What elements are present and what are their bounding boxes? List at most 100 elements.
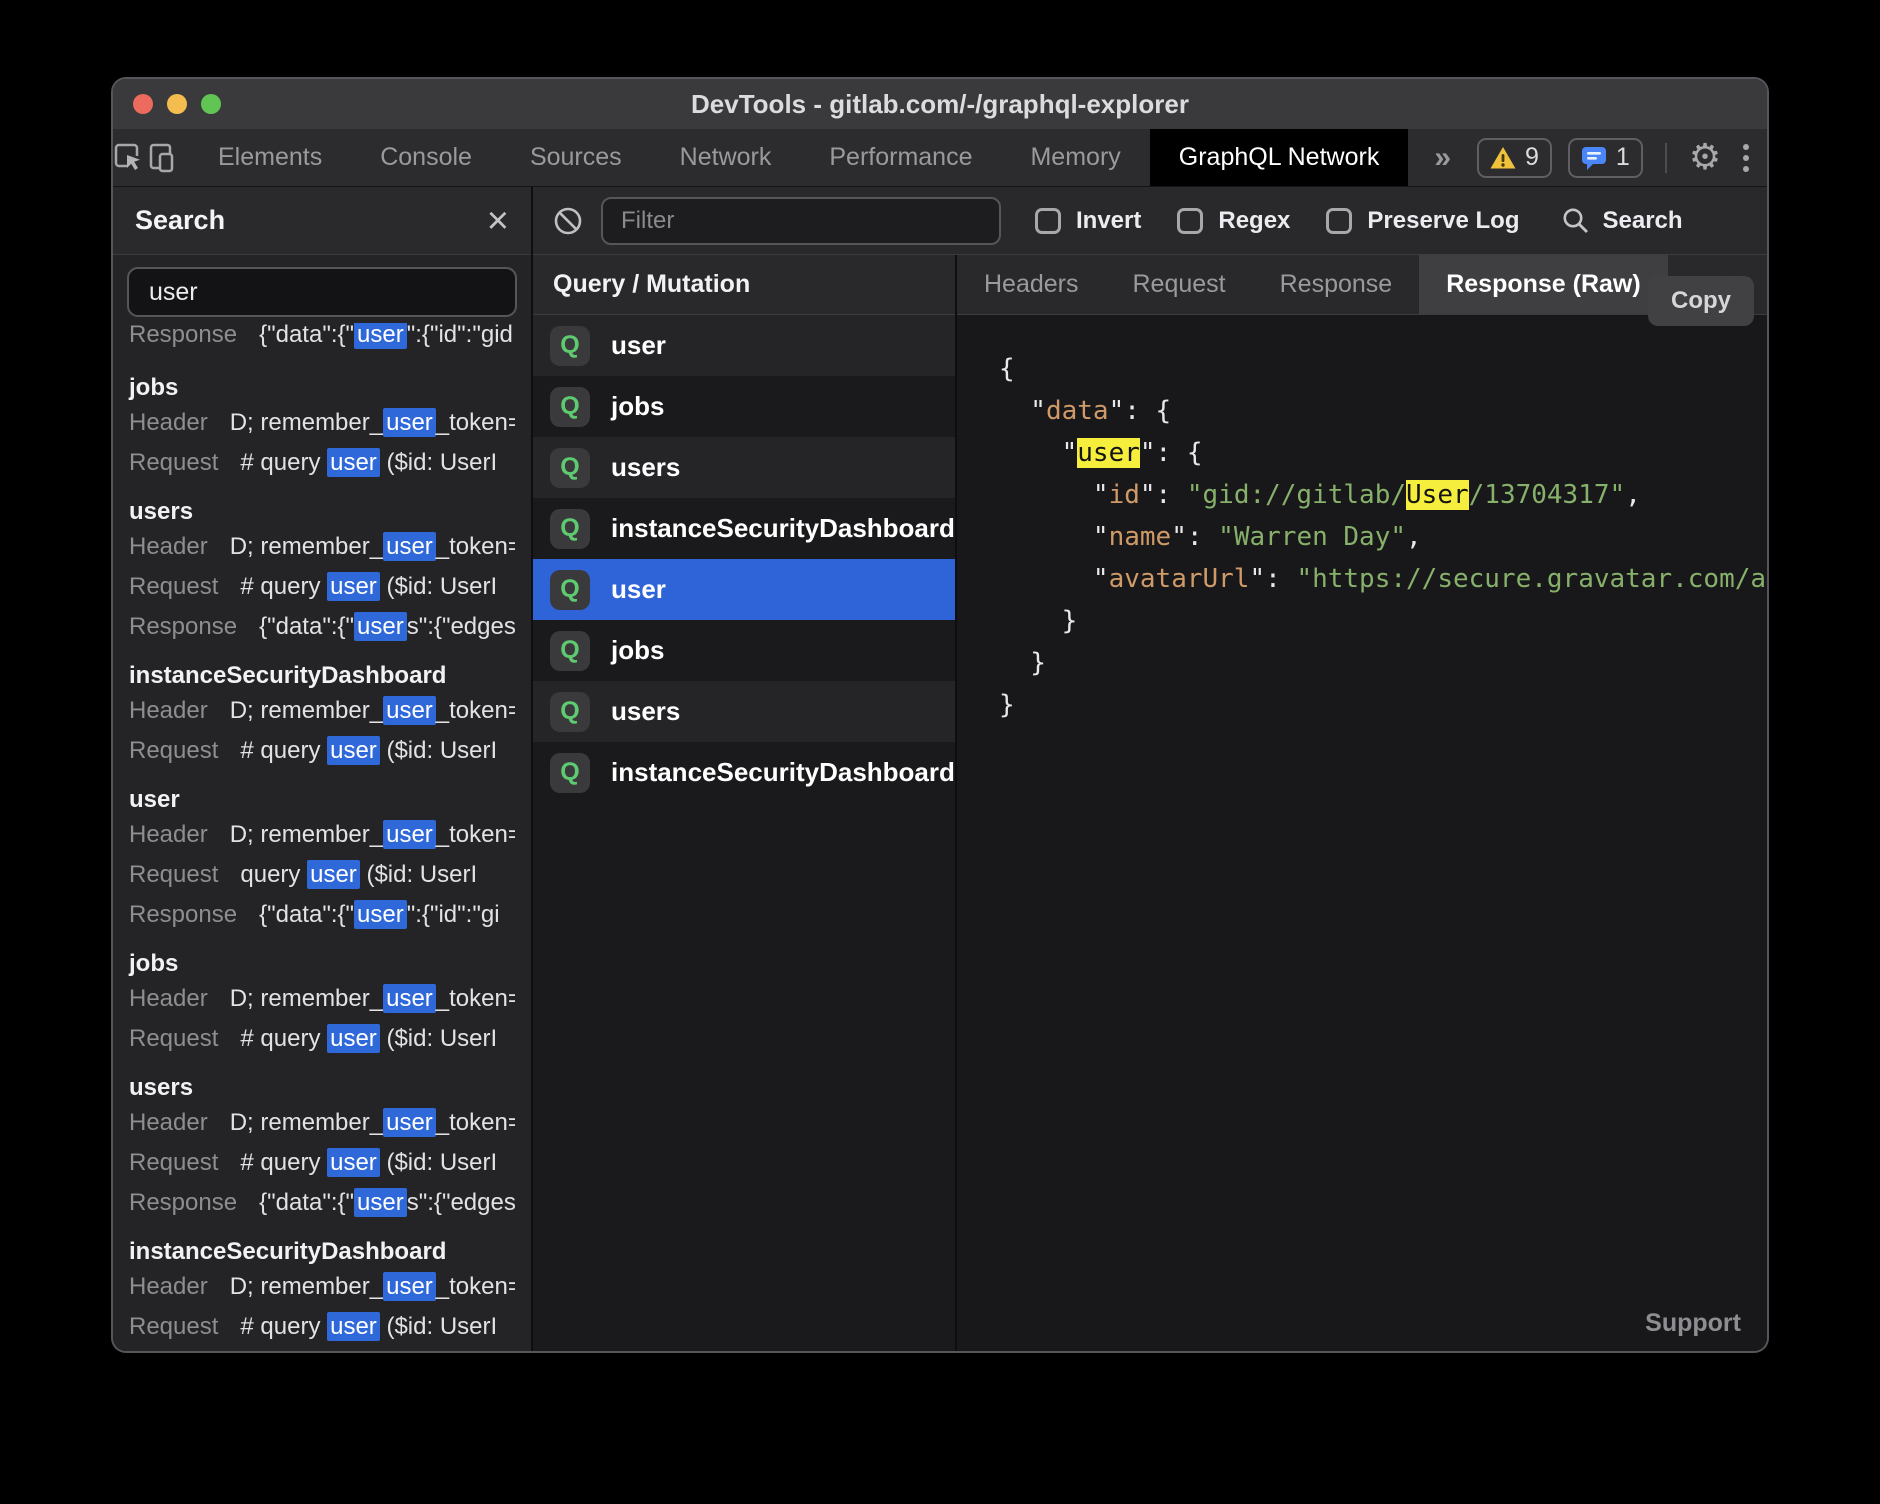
result-line[interactable]: Request# query user ($id: UserI bbox=[129, 567, 515, 607]
query-row-instanceSecurityDashboard[interactable]: QinstanceSecurityDashboard bbox=[533, 498, 955, 559]
json-line: } bbox=[999, 642, 1767, 684]
tab-network[interactable]: Network bbox=[651, 129, 801, 186]
result-line[interactable]: HeaderD; remember_user_token=e bbox=[129, 979, 515, 1019]
tab-sources[interactable]: Sources bbox=[501, 129, 651, 186]
zoom-window-button[interactable] bbox=[201, 94, 221, 114]
tab-elements[interactable]: Elements bbox=[189, 129, 351, 186]
block-icon[interactable] bbox=[553, 206, 583, 236]
result-line-label: Response bbox=[129, 613, 237, 640]
tab-graphql-network-active[interactable]: GraphQL Network bbox=[1150, 129, 1409, 186]
result-line[interactable]: Request# query user ($id: UserI bbox=[129, 443, 515, 483]
more-tabs-icon[interactable]: » bbox=[1408, 129, 1477, 186]
toggle-device-toolbar-button[interactable] bbox=[145, 129, 177, 186]
inspect-cursor-icon bbox=[113, 142, 145, 174]
result-group-name[interactable]: users bbox=[129, 497, 515, 527]
result-group-name[interactable]: instanceSecurityDashboard bbox=[129, 1237, 515, 1267]
result-line-value: {"data":{"user":{"id":"gid bbox=[259, 323, 513, 349]
response-tab-response[interactable]: Response bbox=[1253, 255, 1420, 314]
result-line[interactable]: Response {"data":{"users":{"edges bbox=[129, 607, 515, 647]
result-line[interactable]: Request# query user ($id: UserI bbox=[129, 1019, 515, 1059]
query-type-icon: Q bbox=[550, 448, 590, 488]
query-type-icon: Q bbox=[550, 631, 590, 671]
result-line-label: Request bbox=[129, 449, 218, 476]
tab-console[interactable]: Console bbox=[351, 129, 501, 186]
result-line[interactable]: Requestquery user ($id: UserI bbox=[129, 855, 515, 895]
result-line-label: Header bbox=[129, 1273, 208, 1300]
json-line: "user": { bbox=[999, 432, 1767, 474]
issues-badge[interactable]: 1 bbox=[1568, 138, 1643, 178]
query-row-label: user bbox=[611, 330, 666, 361]
query-row-user[interactable]: Quser bbox=[533, 315, 955, 376]
result-group-name[interactable]: users bbox=[129, 1073, 515, 1103]
result-line[interactable]: Request# query user ($id: UserI bbox=[129, 1307, 515, 1347]
result-group-name[interactable]: instanceSecurityDashboard bbox=[129, 661, 515, 691]
query-row-users[interactable]: Qusers bbox=[533, 681, 955, 742]
result-line-label: Response bbox=[129, 901, 237, 928]
result-line-label: Header bbox=[129, 1109, 208, 1136]
query-row-label: jobs bbox=[611, 635, 664, 666]
result-line-value: # query user ($id: UserI bbox=[240, 1312, 497, 1341]
warnings-badge[interactable]: 9 bbox=[1477, 138, 1552, 178]
result-line-value: {"data":{"users":{"edges bbox=[259, 612, 515, 641]
settings-gear-icon[interactable]: ⚙ bbox=[1689, 140, 1721, 176]
result-line-value: D; remember_user_token=e bbox=[230, 1272, 515, 1301]
query-row-users[interactable]: Qusers bbox=[533, 437, 955, 498]
raw-response-json[interactable]: { "data": { "user": { "id": "gid://gitla… bbox=[957, 315, 1767, 1351]
result-line[interactable]: Request# query user ($id: UserI bbox=[129, 1143, 515, 1183]
result-line[interactable]: Header D; remember_user_token=e bbox=[129, 1267, 515, 1307]
result-group: instanceSecurityDashboard Header D; rememb… bbox=[129, 1237, 515, 1347]
result-line-value: D; remember_user_token=e bbox=[230, 532, 515, 561]
result-line[interactable]: Response{"data":{"user":{"id":"gi bbox=[129, 895, 515, 935]
query-row-label: user bbox=[611, 574, 666, 605]
query-row-label: users bbox=[611, 452, 680, 483]
response-tab-headers[interactable]: Headers bbox=[957, 255, 1106, 314]
search-toggle[interactable]: Search bbox=[1561, 206, 1682, 235]
result-line[interactable]: HeaderD; remember_user_token=e bbox=[129, 815, 515, 855]
result-line[interactable]: Response{"data":{"users":{"edges bbox=[129, 1183, 515, 1223]
search-results-list[interactable]: Response{"data":{"user":{"id":"gidjobsHe… bbox=[113, 323, 531, 1351]
more-options-kebab-icon[interactable] bbox=[1737, 144, 1755, 172]
query-type-icon: Q bbox=[550, 692, 590, 732]
query-row-jobs[interactable]: Qjobs bbox=[533, 620, 955, 681]
checkbox-box bbox=[1177, 208, 1203, 234]
result-group-name[interactable]: jobs bbox=[129, 373, 515, 403]
checkbox-regex[interactable]: Regex bbox=[1177, 207, 1290, 235]
close-search-panel-button[interactable]: × bbox=[487, 202, 509, 240]
window-title: DevTools - gitlab.com/-/graphql-explorer bbox=[691, 89, 1189, 120]
query-row-label: jobs bbox=[611, 391, 664, 422]
query-row-user-selected[interactable]: Quser bbox=[533, 559, 955, 620]
result-line[interactable]: Response{"data":{"user":{"id":"gid bbox=[129, 323, 515, 355]
copy-button[interactable]: Copy bbox=[1648, 276, 1754, 326]
result-line[interactable]: HeaderD; remember_user_token=e bbox=[129, 403, 515, 443]
result-group-name[interactable]: jobs bbox=[129, 949, 515, 979]
checkbox-label: Preserve Log bbox=[1367, 207, 1519, 235]
support-link[interactable]: Support bbox=[1645, 1309, 1741, 1338]
tab-performance[interactable]: Performance bbox=[800, 129, 1001, 186]
json-line: { bbox=[999, 348, 1767, 390]
result-line[interactable]: HeaderD; remember_user_token=e bbox=[129, 691, 515, 731]
warnings-count: 9 bbox=[1525, 143, 1539, 172]
search-toggle-label: Search bbox=[1602, 207, 1682, 235]
query-row-instanceSecurityDashboard[interactable]: QinstanceSecurityDashboard bbox=[533, 742, 955, 803]
filter-input[interactable] bbox=[601, 197, 1001, 245]
response-tab-response-raw[interactable]: Response (Raw) bbox=[1419, 255, 1667, 314]
result-group: userHeaderD; remember_user_token=eReques… bbox=[129, 785, 515, 935]
tab-memory[interactable]: Memory bbox=[1001, 129, 1149, 186]
result-line-label: Request bbox=[129, 737, 218, 764]
close-window-button[interactable] bbox=[133, 94, 153, 114]
checkbox-invert[interactable]: Invert bbox=[1035, 207, 1141, 235]
devtools-window: DevTools - gitlab.com/-/graphql-explorer… bbox=[113, 79, 1767, 1351]
query-row-jobs[interactable]: Qjobs bbox=[533, 376, 955, 437]
result-line[interactable]: Request # query user ($id: UserI bbox=[129, 731, 515, 771]
response-tab-request[interactable]: Request bbox=[1106, 255, 1253, 314]
inspect-element-button[interactable] bbox=[113, 129, 145, 186]
result-line-value: # query user ($id: UserI bbox=[240, 736, 497, 765]
result-line[interactable]: HeaderD; remember_user_token=e bbox=[129, 1103, 515, 1143]
result-line-label: Response bbox=[129, 1189, 237, 1216]
result-line[interactable]: Header D; remember_user_token=e bbox=[129, 527, 515, 567]
search-input[interactable] bbox=[127, 267, 517, 317]
result-line-label: Header bbox=[129, 533, 208, 560]
result-group-name[interactable]: user bbox=[129, 785, 515, 815]
checkbox-preserve-log[interactable]: Preserve Log bbox=[1326, 207, 1519, 235]
minimize-window-button[interactable] bbox=[167, 94, 187, 114]
